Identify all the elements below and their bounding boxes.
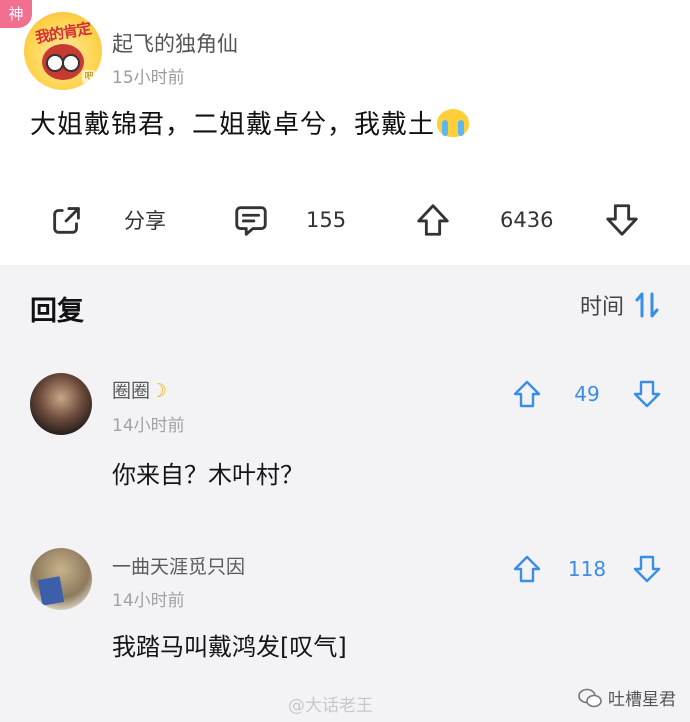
avatar[interactable]: 我的肯定 吧 xyxy=(24,12,102,90)
post-text-content: 大姐戴锦君，二姐戴卓兮，我戴土 xyxy=(30,110,436,140)
sort-toggle[interactable]: 时间 xyxy=(580,289,660,321)
crying-face-icon xyxy=(437,109,470,137)
avatar[interactable] xyxy=(30,548,92,610)
reply-author[interactable]: 圈圈☽ xyxy=(112,376,167,403)
reply-author-name[interactable]: 一曲天涯觅只因 xyxy=(112,552,245,579)
upvote-icon[interactable] xyxy=(512,554,542,584)
comment-button[interactable]: 155 xyxy=(232,195,346,245)
downvote-button[interactable] xyxy=(603,195,641,245)
reply-section: 回复 时间 圈圈☽ 14小时前 你来自？木叶村？ 49 一曲天涯觅只因 14小时… xyxy=(0,265,690,722)
wechat-icon xyxy=(578,688,602,707)
reply-vote-group: 49 xyxy=(512,379,662,409)
share-label: 分享 xyxy=(124,209,166,233)
reply-vote-count: 49 xyxy=(574,382,600,406)
reply-text: 你来自？木叶村？ xyxy=(112,461,304,489)
reply-author-name: 圈圈 xyxy=(112,380,151,402)
upvote-button[interactable]: 6436 xyxy=(414,195,553,245)
upvote-count: 6436 xyxy=(500,208,554,232)
avatar-face xyxy=(42,44,84,80)
share-button[interactable]: 分享 xyxy=(48,195,166,245)
reply-time: 14小时前 xyxy=(112,591,185,611)
upvote-icon xyxy=(417,204,449,236)
reply-text: 我踏马叫戴鸿发[叹气] xyxy=(112,633,347,661)
avatar[interactable] xyxy=(30,373,92,435)
reply-vote-group: 118 xyxy=(512,554,662,584)
comment-count: 155 xyxy=(306,208,347,232)
reply-title: 回复 xyxy=(30,296,84,327)
reply-time: 14小时前 xyxy=(112,416,185,436)
downvote-icon xyxy=(606,204,638,236)
wechat-watermark: 吐槽星君 xyxy=(578,685,676,710)
sort-icon xyxy=(635,292,659,318)
share-icon xyxy=(53,207,80,234)
reply-vote-count: 118 xyxy=(567,557,607,581)
sort-label: 时间 xyxy=(579,295,624,320)
god-comment-badge: 神 xyxy=(0,0,32,28)
avatar-tag-icon: 吧 xyxy=(82,70,96,84)
weibo-watermark: @大话老王 xyxy=(288,696,373,716)
post-time: 15小时前 xyxy=(112,68,185,88)
upvote-icon[interactable] xyxy=(512,379,542,409)
downvote-icon[interactable] xyxy=(632,379,662,409)
author-name[interactable]: 起飞的独角仙 xyxy=(112,28,238,58)
moon-icon: ☽ xyxy=(150,380,168,402)
wechat-account-name: 吐槽星君 xyxy=(608,690,676,710)
post-text: 大姐戴锦君，二姐戴卓兮，我戴土 xyxy=(30,104,470,141)
post-card: 神 我的肯定 吧 起飞的独角仙 15小时前 大姐戴锦君，二姐戴卓兮，我戴土 分享… xyxy=(0,0,690,265)
comment-icon xyxy=(235,206,267,236)
downvote-icon[interactable] xyxy=(632,554,662,584)
